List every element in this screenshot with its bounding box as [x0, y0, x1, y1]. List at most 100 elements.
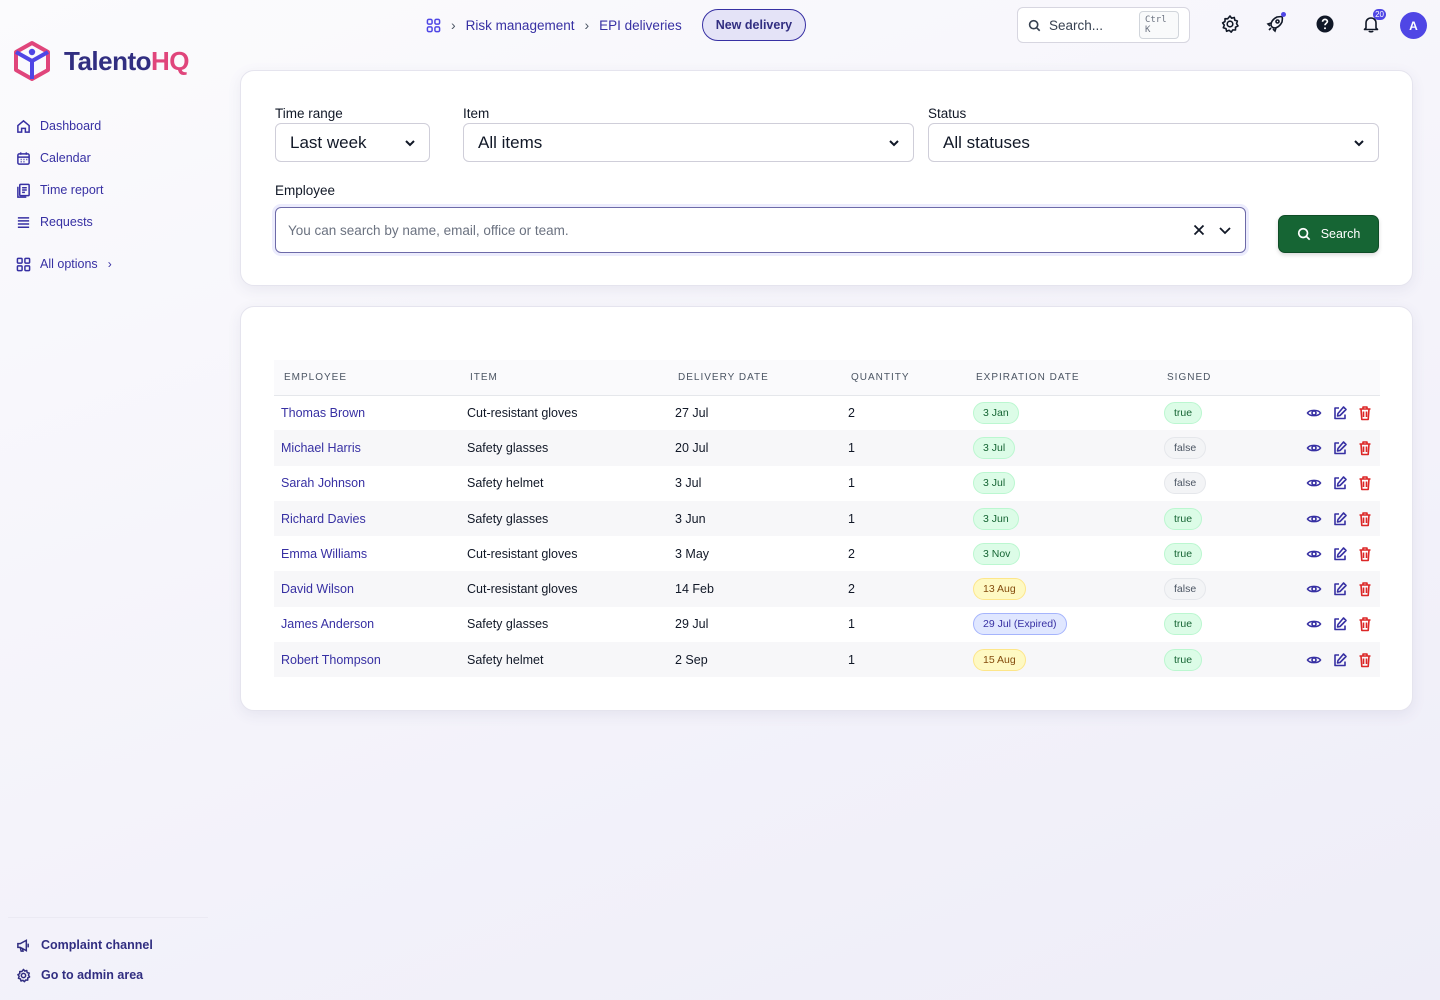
global-search-input[interactable] [1048, 17, 1131, 33]
employee-link[interactable]: Thomas Brown [274, 395, 460, 430]
item-cell: Cut-resistant gloves [467, 582, 578, 597]
delete-button[interactable] [1357, 475, 1373, 491]
global-search[interactable]: Ctrl K [1017, 7, 1190, 43]
item-cell: Safety helmet [467, 652, 544, 667]
status-label: Status [928, 106, 967, 121]
whats-new-button[interactable] [1263, 12, 1287, 36]
item-select[interactable]: All items [463, 123, 914, 162]
trash-icon [1359, 547, 1371, 562]
expiration-badge: 29 Jul (Expired) [973, 613, 1067, 636]
table-body: Thomas Brown Cut-resistant gloves 27 Jul… [274, 395, 1380, 678]
edit-button[interactable] [1332, 440, 1348, 456]
notifications-button[interactable]: 20 [1359, 9, 1386, 36]
avatar[interactable]: A [1400, 12, 1427, 39]
column-header-signed[interactable]: SIGNED [1157, 360, 1267, 396]
edit-icon [1333, 652, 1347, 667]
view-button[interactable] [1306, 652, 1322, 668]
table-row: Robert Thompson Safety helmet 2 Sep 1 15… [274, 642, 1380, 678]
employee-field[interactable] [275, 207, 1246, 253]
column-header-item[interactable]: ITEM [460, 360, 668, 396]
column-header-expiration-date[interactable]: EXPIRATION DATE [966, 360, 1157, 396]
settings-button[interactable] [1218, 12, 1242, 36]
logo[interactable]: TalentoHQ [12, 40, 190, 82]
column-header-delivery-date[interactable]: DELIVERY DATE [668, 360, 841, 396]
employee-link[interactable]: Michael Harris [274, 430, 460, 465]
edit-button[interactable] [1332, 475, 1348, 491]
signed-badge: false [1164, 578, 1207, 601]
filters-card: Time range Last week Item All items Stat… [240, 70, 1413, 286]
edit-button[interactable] [1332, 581, 1348, 597]
view-button[interactable] [1306, 511, 1322, 527]
edit-button[interactable] [1332, 546, 1348, 562]
expiration-cell: 29 Jul (Expired) [966, 607, 1157, 642]
delete-button[interactable] [1357, 405, 1373, 421]
search-icon [1028, 19, 1041, 31]
expiration-cell: 13 Aug [966, 571, 1157, 606]
delivery-date-cell: 14 Feb [675, 582, 714, 597]
row-actions [1267, 430, 1380, 465]
employee-link[interactable]: Robert Thompson [274, 642, 460, 677]
delete-button[interactable] [1357, 581, 1373, 597]
chevron-down-icon[interactable] [1217, 222, 1233, 238]
clear-icon[interactable] [1191, 222, 1207, 238]
row-actions [1267, 642, 1380, 677]
employee-link[interactable]: James Anderson [274, 607, 460, 642]
row-actions [1267, 536, 1380, 571]
admin-area-link[interactable]: Go to admin area [16, 960, 153, 990]
employee-search-input[interactable] [288, 222, 1181, 238]
item-cell: Safety glasses [467, 440, 549, 455]
complaint-channel-link[interactable]: Complaint channel [16, 930, 153, 960]
signed-cell: true [1157, 501, 1267, 536]
view-button[interactable] [1306, 546, 1322, 562]
edit-button[interactable] [1332, 405, 1348, 421]
apps-grid-icon[interactable] [426, 18, 441, 33]
delete-button[interactable] [1357, 616, 1373, 632]
deliveries-card: EMPLOYEE ITEM DELIVERY DATE QUANTITY EXP… [240, 306, 1413, 711]
column-header-employee[interactable]: EMPLOYEE [274, 360, 460, 396]
sidebar-item-dashboard[interactable]: Dashboard [16, 110, 112, 142]
chevron-down-icon [889, 139, 899, 146]
employee-link[interactable]: Richard Davies [274, 501, 460, 536]
notification-count-badge: 20 [1373, 9, 1386, 20]
expiration-badge: 3 Jul [973, 436, 1016, 459]
signed-badge: true [1164, 613, 1203, 636]
help-button[interactable] [1313, 12, 1337, 36]
delete-button[interactable] [1357, 511, 1373, 527]
table-row: James Anderson Safety glasses 29 Jul 1 2… [274, 607, 1380, 642]
employee-link[interactable]: Emma Williams [274, 536, 460, 571]
sidebar-item-requests[interactable]: Requests [16, 206, 112, 238]
view-button[interactable] [1306, 475, 1322, 491]
sidebar-item-all-options[interactable]: All options › [16, 248, 112, 280]
time-range-select[interactable]: Last week [275, 123, 430, 162]
trash-icon [1359, 441, 1371, 456]
employee-link[interactable]: Sarah Johnson [274, 466, 460, 501]
edit-button[interactable] [1332, 652, 1348, 668]
status-select[interactable]: All statuses [928, 123, 1379, 162]
delete-button[interactable] [1357, 440, 1373, 456]
delete-button[interactable] [1357, 652, 1373, 668]
signed-cell: true [1157, 607, 1267, 642]
employee-link[interactable]: David Wilson [274, 571, 460, 606]
edit-button[interactable] [1332, 511, 1348, 527]
expiration-cell: 3 Jan [966, 395, 1157, 430]
delete-button[interactable] [1357, 546, 1373, 562]
breadcrumb-risk-management[interactable]: Risk management [466, 18, 575, 33]
view-button[interactable] [1306, 405, 1322, 421]
breadcrumb-epi-deliveries[interactable]: EPI deliveries [599, 18, 682, 33]
new-delivery-button[interactable]: New delivery [701, 9, 807, 41]
signed-cell: false [1157, 430, 1267, 465]
search-button[interactable]: Search [1278, 215, 1379, 253]
view-button[interactable] [1306, 581, 1322, 597]
item-cell: Safety helmet [467, 476, 544, 491]
sidebar-item-time-report[interactable]: Time report [16, 174, 112, 206]
edit-button[interactable] [1332, 616, 1348, 632]
rocket-icon [1266, 15, 1284, 33]
delivery-date-cell: 2 Sep [675, 652, 708, 667]
breadcrumb-separator: › [451, 17, 456, 33]
view-button[interactable] [1306, 616, 1322, 632]
time-range-value: Last week [290, 132, 367, 152]
sidebar-item-calendar[interactable]: Calendar [16, 142, 112, 174]
eye-icon [1306, 444, 1322, 452]
column-header-quantity[interactable]: QUANTITY [841, 360, 966, 396]
view-button[interactable] [1306, 440, 1322, 456]
